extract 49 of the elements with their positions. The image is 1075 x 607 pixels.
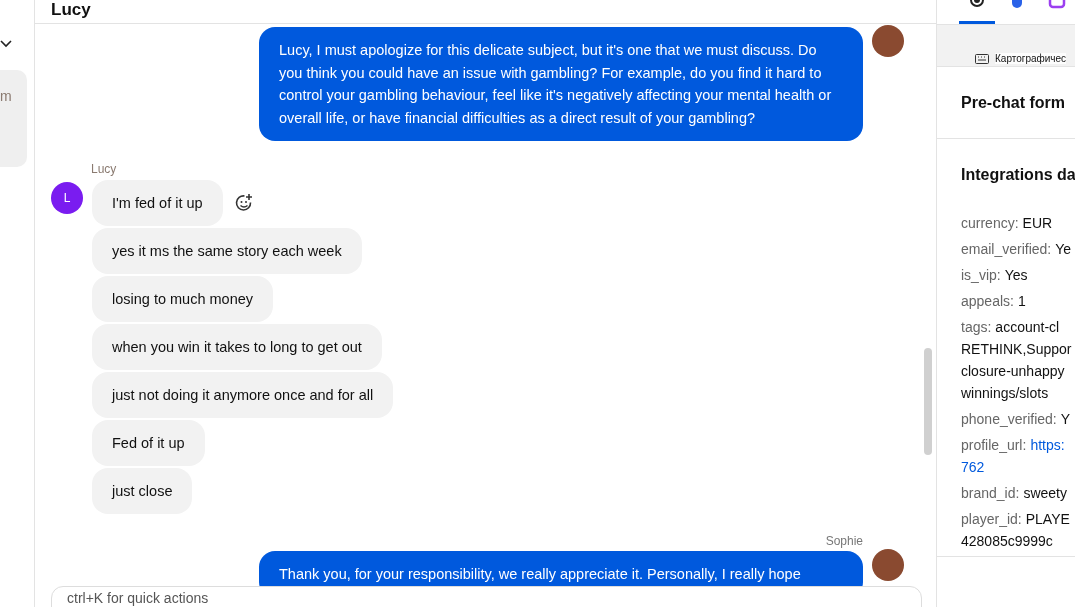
field-value: Yes (1004, 266, 1028, 285)
customer-message: I'm fed of it up (92, 180, 223, 226)
field-value: winnings/slots (961, 384, 1050, 403)
avatar: L (51, 182, 83, 214)
sender-name: Lucy (91, 162, 118, 176)
customer-message: when you win it takes to long to get out (92, 324, 382, 370)
customer-message: just close (92, 468, 193, 514)
chat-title: Lucy (51, 1, 91, 19)
user-icon (968, 0, 986, 10)
field-label: email_verified: (961, 240, 1052, 259)
field-value: sweety (1023, 484, 1067, 503)
customer-message: Fed of it up (92, 420, 205, 466)
field-value: RETHINK,Suppor (961, 340, 1073, 359)
field-value: closure-unhappy (961, 362, 1066, 381)
field-label: tags: (961, 318, 992, 337)
section-title: Pre-chat form (961, 93, 1066, 113)
field-value: EUR (1022, 214, 1053, 233)
app-icon (1048, 0, 1066, 10)
scrollbar[interactable] (924, 348, 932, 455)
avatar (872, 549, 904, 581)
field-value: 428085c9999c (961, 532, 1054, 551)
keyboard-icon[interactable] (975, 54, 989, 64)
sender-name: Sophie (825, 534, 863, 548)
customer-message: losing to much money (92, 276, 274, 322)
card-text: m (0, 88, 12, 104)
chevron-down-icon[interactable] (0, 40, 12, 48)
field-value: PLAYE (1025, 510, 1070, 529)
map-attribution: Картографичес (995, 53, 1067, 64)
field-label: is_vip: (961, 266, 1001, 285)
field-value: Y (1060, 410, 1071, 429)
field-label: appeals: (961, 292, 1014, 311)
field-label: currency: (961, 214, 1019, 233)
field-label: player_id: (961, 510, 1022, 529)
avatar (872, 25, 904, 57)
conversation-card[interactable]: m (0, 70, 27, 167)
field-label: profile_url: (961, 436, 1027, 455)
message-input[interactable]: ctrl+K for quick actions (51, 586, 922, 607)
customer-message: yes it ms the same story each week (92, 228, 362, 274)
field-value: 1 (1017, 292, 1026, 311)
field-value: Ye (1055, 240, 1072, 259)
field-value: account-cl (995, 318, 1060, 337)
add-reaction-icon[interactable] (234, 194, 253, 212)
section-title: Integrations da (961, 165, 1075, 185)
agent-message: Lucy, I must apologize for this delicate subject, but it's one that we must discuss. Do you think you could have an issue with gambling? For example, do you find it hard to control your gambling behaviour, feel like it's negatively affecting your mental health or overall life, or have financial difficulties as a direct result of your gambling? (259, 27, 863, 141)
customer-message: just not doing it anymore once and for all (92, 372, 394, 418)
profile-link[interactable]: 762 (961, 456, 1075, 478)
field-label: phone_verified: (961, 410, 1057, 429)
profile-link[interactable]: https: (1030, 434, 1065, 456)
field-label: brand_id: (961, 484, 1020, 503)
